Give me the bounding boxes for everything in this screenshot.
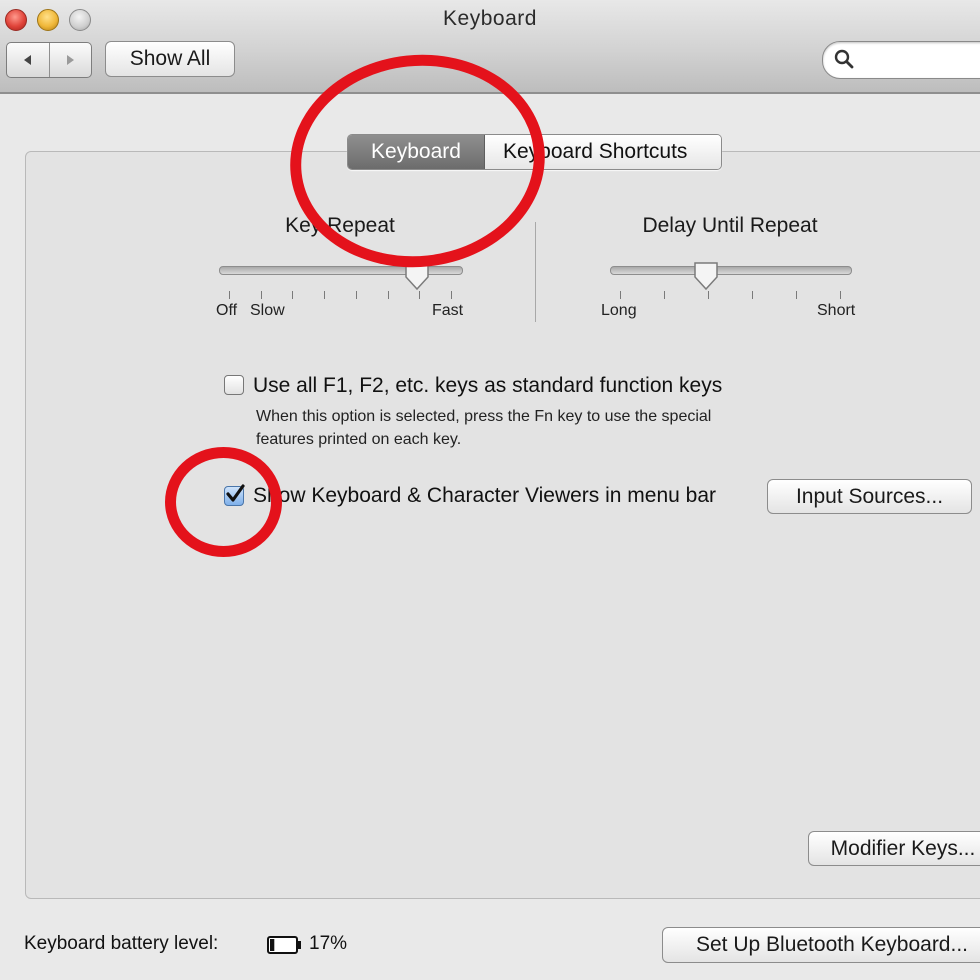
key-repeat-off-label: Off (216, 302, 238, 319)
key-repeat-slow-label: Slow (250, 302, 285, 319)
back-button[interactable] (7, 43, 50, 77)
function-keys-description-line1: When this option is selected, press the … (256, 408, 712, 425)
slider-tick (261, 291, 262, 299)
function-keys-checkbox[interactable] (224, 375, 244, 395)
slider-tick (752, 291, 753, 299)
setup-bluetooth-keyboard-button[interactable]: Set Up Bluetooth Keyboard... (662, 927, 980, 963)
slider-tick (419, 291, 420, 299)
function-keys-label: Use all F1, F2, etc. keys as standard fu… (253, 374, 723, 397)
battery-icon (267, 936, 301, 954)
delay-short-label: Short (817, 302, 856, 319)
chevron-left-icon (23, 55, 31, 65)
keyboard-settings-panel (25, 151, 980, 899)
slider-tick (292, 291, 293, 299)
slider-tick (620, 291, 621, 299)
input-sources-button[interactable]: Input Sources... (767, 479, 972, 514)
slider-tick (356, 291, 357, 299)
key-repeat-fast-label: Fast (432, 302, 464, 319)
chevron-right-icon (67, 55, 75, 65)
show-all-button[interactable]: Show All (105, 41, 235, 77)
slider-tick (388, 291, 389, 299)
back-forward-control (6, 42, 92, 78)
battery-level-value: 17% (309, 933, 348, 954)
forward-button[interactable] (50, 43, 92, 77)
annotation-circle-checkbox (165, 447, 282, 557)
slider-tick (451, 291, 452, 299)
slider-tick (708, 291, 709, 299)
delay-until-repeat-slider-track[interactable] (610, 266, 852, 275)
slider-tick (840, 291, 841, 299)
delay-until-repeat-slider-thumb[interactable] (691, 261, 721, 291)
battery-level-label: Keyboard battery level: (24, 933, 219, 954)
keyboard-viewers-label: Show Keyboard & Character Viewers in men… (253, 484, 717, 507)
battery-fill (270, 939, 275, 951)
slider-tick (796, 291, 797, 299)
slider-tick (324, 291, 325, 299)
slider-tick (664, 291, 665, 299)
slider-tick (229, 291, 230, 299)
delay-until-repeat-label: Delay Until Repeat (642, 214, 818, 237)
function-keys-description-line2: features printed on each key. (256, 431, 462, 448)
function-keys-description: When this option is selected, press the … (256, 405, 856, 451)
search-input[interactable] (822, 41, 980, 79)
window-title: Keyboard (443, 7, 537, 30)
modifier-keys-button[interactable]: Modifier Keys... (808, 831, 980, 866)
slider-divider (535, 222, 536, 322)
delay-long-label: Long (601, 302, 637, 319)
search-icon (834, 49, 854, 69)
